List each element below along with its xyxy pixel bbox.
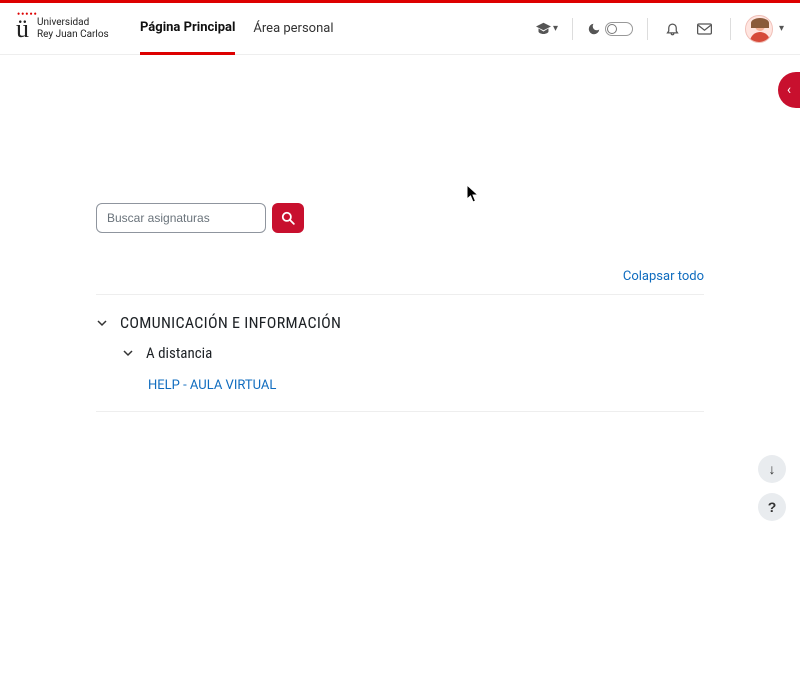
- brand-text: Universidad Rey Juan Carlos: [37, 17, 109, 40]
- course-item: HELP - AULA VIRTUAL: [122, 368, 704, 399]
- search-input[interactable]: [96, 203, 266, 233]
- floating-actions: ↓ ?: [758, 455, 786, 521]
- user-menu[interactable]: ▾: [745, 15, 784, 43]
- brand-logo: ••••• ü: [16, 16, 29, 42]
- category-label: COMUNICACIÓN E INFORMACIÓN: [120, 313, 341, 332]
- tree-divider: [96, 411, 704, 412]
- toggle-knob: [607, 24, 617, 34]
- top-navbar: ••••• ü Universidad Rey Juan Carlos Pági…: [0, 3, 800, 55]
- toggle-track: [605, 22, 633, 36]
- collapse-all-row: Colapsar todo: [96, 269, 704, 284]
- dark-mode-toggle[interactable]: [587, 22, 633, 36]
- help-button[interactable]: ?: [758, 493, 786, 521]
- nav-home-label: Página Principal: [140, 20, 235, 35]
- role-switch-menu[interactable]: ▾: [536, 18, 558, 40]
- nav-divider: [647, 18, 648, 40]
- question-icon: ?: [768, 499, 777, 515]
- search-button[interactable]: [272, 203, 304, 233]
- primary-nav: Página Principal Área personal: [140, 3, 334, 55]
- brand-block[interactable]: ••••• ü Universidad Rey Juan Carlos: [16, 16, 126, 42]
- nav-dashboard[interactable]: Área personal: [253, 3, 333, 55]
- course-link[interactable]: HELP - AULA VIRTUAL: [148, 378, 276, 393]
- category-tree: COMUNICACIÓN E INFORMACIÓN A distancia H…: [96, 294, 704, 412]
- drawer-toggle-right[interactable]: ‹: [778, 72, 800, 108]
- chevron-left-icon: ‹: [787, 82, 791, 98]
- collapse-all-link[interactable]: Colapsar todo: [623, 269, 704, 284]
- messages-button[interactable]: [694, 18, 716, 40]
- chevron-down-icon: ▾: [779, 23, 784, 34]
- brand-line1: Universidad: [37, 17, 109, 29]
- mouse-cursor: [466, 184, 480, 204]
- nav-dashboard-label: Área personal: [253, 21, 333, 36]
- main-content: Colapsar todo COMUNICACIÓN E INFORMACIÓN…: [0, 203, 800, 679]
- nav-divider: [572, 18, 573, 40]
- course-search: [96, 203, 704, 233]
- nav-right-controls: ▾ ▾: [536, 15, 784, 43]
- graduation-cap-icon: [536, 22, 551, 36]
- envelope-icon: [697, 23, 712, 35]
- scroll-down-button[interactable]: ↓: [758, 455, 786, 483]
- chevron-down-icon: [96, 317, 110, 329]
- nav-home[interactable]: Página Principal: [140, 3, 235, 55]
- category-row[interactable]: COMUNICACIÓN E INFORMACIÓN: [96, 307, 704, 338]
- category-children: A distancia HELP - AULA VIRTUAL: [96, 338, 704, 399]
- bell-icon: [665, 21, 680, 36]
- brand-line2: Rey Juan Carlos: [37, 29, 109, 41]
- chevron-down-icon: [122, 347, 136, 359]
- arrow-down-icon: ↓: [769, 461, 776, 477]
- search-icon: [281, 211, 295, 225]
- chevron-down-icon: ▾: [553, 23, 558, 34]
- moon-icon: [587, 22, 601, 36]
- avatar: [745, 15, 773, 43]
- nav-divider: [730, 18, 731, 40]
- subcategory-label: A distancia: [146, 344, 212, 362]
- notifications-button[interactable]: [662, 18, 684, 40]
- subcategory-row[interactable]: A distancia: [122, 338, 704, 368]
